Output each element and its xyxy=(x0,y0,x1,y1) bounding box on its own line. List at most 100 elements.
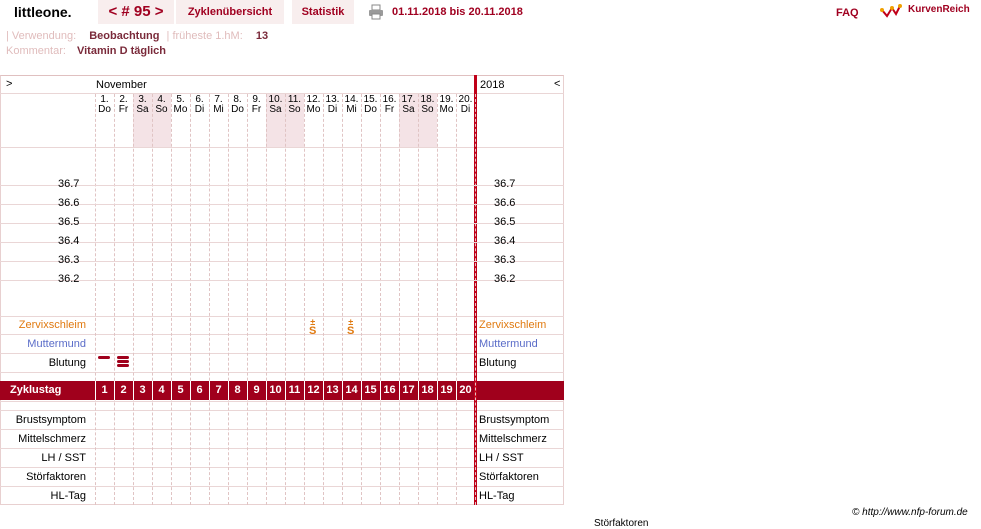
weekday: Do xyxy=(231,104,244,115)
day-header[interactable]: 8. Do xyxy=(228,95,247,115)
grid-column-line xyxy=(342,94,343,505)
row-label-cervix-right: Zervixschleim xyxy=(479,319,547,331)
weekday: Fr xyxy=(118,104,129,115)
bleeding-mark[interactable] xyxy=(98,356,110,359)
day-header[interactable]: 14. Mi xyxy=(342,95,361,115)
cycle-day-number[interactable]: 3 xyxy=(133,381,152,400)
weekday: Sa xyxy=(402,104,415,115)
comment-label: Kommentar: xyxy=(6,45,66,57)
comment-info: Kommentar: Vitamin D täglich xyxy=(6,45,166,57)
cycle-day-number[interactable]: 2 xyxy=(114,381,133,400)
day-header[interactable]: 10. Sa xyxy=(266,95,285,115)
usage-label: | Verwendung: xyxy=(6,30,77,42)
grid-column-line xyxy=(456,94,457,505)
day-header[interactable]: 15. Do xyxy=(361,95,380,115)
row-label-hl: HL-Tag xyxy=(50,490,86,502)
day-header[interactable]: 4. So xyxy=(152,95,171,115)
row-label-bleeding: Blutung xyxy=(48,357,86,369)
day-header[interactable]: 1. Do xyxy=(95,95,114,115)
comment-value: Vitamin D täglich xyxy=(76,45,167,57)
cycle-day-number[interactable]: 1 xyxy=(95,381,114,400)
brand-tab[interactable]: littleone. xyxy=(0,0,97,24)
day-header[interactable]: 3. Sa xyxy=(133,95,152,115)
tab-cycle-overview[interactable]: Zyklenübersicht xyxy=(176,0,284,24)
weekday: Mo xyxy=(173,104,188,115)
weekday: Mo xyxy=(306,104,321,115)
temperature-label-right: 36.2 xyxy=(494,273,516,285)
tab-statistics[interactable]: Statistik xyxy=(292,0,354,24)
cycle-day-number[interactable]: 4 xyxy=(152,381,171,400)
row-label-hl-right: HL-Tag xyxy=(479,490,515,502)
day-header[interactable]: 17. Sa xyxy=(399,95,418,115)
grid-column-line xyxy=(247,94,248,505)
day-header[interactable]: 12. Mo xyxy=(304,95,323,115)
row-label-lh: LH / SST xyxy=(41,452,86,464)
day-header[interactable]: 20. Di xyxy=(456,95,475,115)
copyright[interactable]: © http://www.nfp-forum.de xyxy=(852,507,968,518)
grid-line xyxy=(0,410,564,411)
cycle-day-number[interactable]: 13 xyxy=(323,381,342,400)
cycle-day-number[interactable]: 17 xyxy=(399,381,418,400)
grid-column-line xyxy=(475,94,476,505)
nav-next-button[interactable]: < xyxy=(554,78,560,90)
grid-column-line xyxy=(190,94,191,505)
kurvenreich-logo-text: KurvenReich xyxy=(908,4,970,15)
row-label-lh-right: LH / SST xyxy=(479,452,524,464)
cycle-selector-tab[interactable]: < # 95 > xyxy=(98,0,174,24)
printer-icon[interactable] xyxy=(368,4,384,20)
grid-column-line xyxy=(266,94,267,505)
faq-link[interactable]: FAQ xyxy=(836,7,859,19)
day-header[interactable]: 19. Mo xyxy=(437,95,456,115)
cycle-day-number[interactable]: 9 xyxy=(247,381,266,400)
nav-prev-button[interactable]: > xyxy=(6,78,12,90)
temperature-label-right: 36.4 xyxy=(494,235,516,247)
cycle-day-number[interactable]: 8 xyxy=(228,381,247,400)
day-header[interactable]: 16. Fr xyxy=(380,95,399,115)
day-header[interactable]: 2. Fr xyxy=(114,95,133,115)
day-header[interactable]: 5. Mo xyxy=(171,95,190,115)
grid-column-line xyxy=(361,94,362,505)
cycle-day-number[interactable]: 14 xyxy=(342,381,361,400)
cycle-day-number[interactable]: 5 xyxy=(171,381,190,400)
day-header[interactable]: 13. Di xyxy=(323,95,342,115)
row-label-midpain-right: Mittelschmerz xyxy=(479,433,547,445)
day-header[interactable]: 18. So xyxy=(418,95,437,115)
cervix-mark[interactable]: ± S xyxy=(309,318,316,337)
cycle-day-number[interactable]: 12 xyxy=(304,381,323,400)
row-label-breast: Brustsymptom xyxy=(15,414,86,426)
month-label: November xyxy=(96,79,147,91)
cycle-day-number[interactable]: 18 xyxy=(418,381,437,400)
day-header[interactable]: 7. Mi xyxy=(209,95,228,115)
day-header[interactable]: 9. Fr xyxy=(247,95,266,115)
usage-info: | Verwendung: Beobachtung | früheste 1.h… xyxy=(6,30,268,42)
cycle-day-number[interactable]: 15 xyxy=(361,381,380,400)
day-header[interactable]: 6. Di xyxy=(190,95,209,115)
cycle-day-number[interactable]: 16 xyxy=(380,381,399,400)
earliest-label: | früheste 1.hM: xyxy=(166,30,243,42)
weekday: Di xyxy=(327,104,338,115)
weekday: Di xyxy=(460,104,471,115)
weekday: Do xyxy=(98,104,111,115)
day-header[interactable]: 11. So xyxy=(285,95,304,115)
grid-column-line xyxy=(418,94,419,505)
bleeding-mark[interactable] xyxy=(117,364,129,367)
temperature-label-right: 36.7 xyxy=(494,178,516,190)
bleeding-mark[interactable] xyxy=(117,356,129,359)
grid-line xyxy=(0,448,564,449)
cycle-day-number[interactable]: 20 xyxy=(456,381,475,400)
temperature-label-left: 36.5 xyxy=(58,216,80,228)
cycle-day-number[interactable]: 10 xyxy=(266,381,285,400)
cycle-day-number[interactable]: 11 xyxy=(285,381,304,400)
grid-column-line xyxy=(437,94,438,505)
row-label-bleeding-right: Blutung xyxy=(479,357,517,369)
cycle-day-number[interactable]: 7 xyxy=(209,381,228,400)
temperature-label-left: 36.2 xyxy=(58,273,80,285)
temperature-label-left: 36.3 xyxy=(58,254,80,266)
cycle-day-number[interactable]: 6 xyxy=(190,381,209,400)
grid-column-line xyxy=(133,94,134,505)
cervix-mark[interactable]: ± S xyxy=(347,318,354,337)
cycle-day-number[interactable]: 19 xyxy=(437,381,456,400)
weekday: So xyxy=(421,104,434,115)
bleeding-mark[interactable] xyxy=(117,360,129,363)
grid-line xyxy=(0,372,564,373)
